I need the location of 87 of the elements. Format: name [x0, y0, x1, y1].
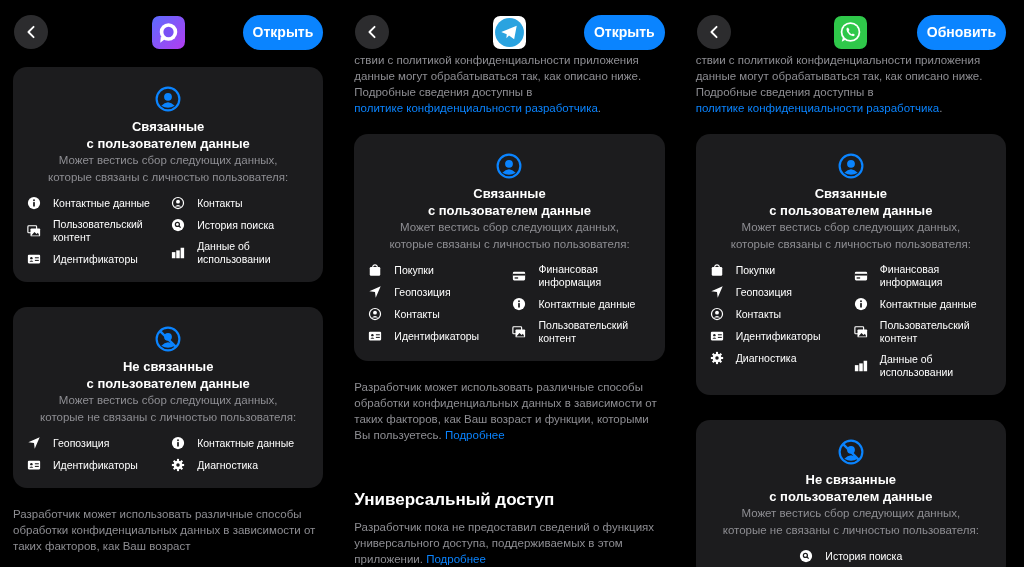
card-title: Не связанные с пользователем данные [769, 471, 933, 505]
credit-card-icon [512, 269, 527, 283]
paragraph: Разработчик пока не предоставил сведений о функциях универсального доступа, поддерживаемых в этом приложении. Подробнее [354, 520, 656, 567]
data-category-label: Пользовательский контент [538, 319, 630, 345]
data-category-label: Геопозиция [735, 285, 792, 299]
bag-icon [368, 263, 383, 277]
id-card-icon [709, 329, 724, 343]
data-category-label: Пользовательский контент [879, 319, 971, 345]
person-circle-icon [496, 153, 523, 179]
app-icon [493, 15, 526, 49]
bar-chart-icon [853, 359, 868, 373]
bag-icon [709, 263, 724, 277]
paragraph: Разработчик может использовать различные способы обработки конфиденциальных данных в зависимости от таких факторов, как Ваш возраст и функции, которыми Вы пользуетесь. Подробнее [354, 380, 658, 443]
photos-icon [853, 325, 868, 339]
card-title: Связанные с пользователем данные [86, 118, 250, 152]
search-icon [799, 549, 814, 563]
data-category-label: История поиска [197, 218, 275, 232]
photos-icon [27, 224, 41, 238]
person-circle-icon [837, 153, 864, 179]
data-category-label: Контакты [197, 196, 243, 210]
card-subtitle: Может вестись сбор следующих данных, которые связаны с личностью пользователя: [730, 220, 971, 252]
link[interactable]: политике конфиденциальности разработчика [354, 102, 598, 114]
data-category-label: Контактные данные [53, 196, 150, 210]
location-arrow-icon [27, 436, 41, 450]
data-category-label: Контактные данные [879, 297, 977, 311]
app-icon [834, 15, 868, 49]
card-subtitle: Может вестись сбор следующих данных, которые связаны с личностью пользователя: [48, 153, 289, 185]
paragraph: Разработчик может использовать различные способы обработки конфиденциальных данных в зависимости от таких факторов, как Ваш возраст [13, 507, 317, 554]
data-category-label: Контактные данные [197, 436, 294, 450]
back-button[interactable] [14, 15, 48, 49]
person-circle-icon [171, 196, 186, 210]
id-card-icon [27, 252, 41, 266]
data-category-label: Финансовая информация [538, 263, 603, 289]
action-button[interactable]: Открыть [242, 14, 324, 50]
data-category-label: Идентификаторы [735, 329, 821, 343]
data-category-label: Покупки [735, 263, 776, 277]
data-category-label: Идентификаторы [53, 252, 138, 266]
link[interactable]: Подробнее [445, 429, 505, 441]
data-category-label: Геопозиция [53, 436, 110, 450]
info-icon [512, 297, 527, 311]
data-category-label: Покупки [394, 263, 434, 277]
card-subtitle: Может вестись сбор следующих данных, которые связаны с личностью пользователя: [389, 220, 630, 252]
link[interactable]: Подробнее [426, 553, 486, 565]
id-card-icon [27, 458, 41, 472]
person-circle-icon [709, 307, 724, 321]
data-category-label: История поиска [825, 549, 903, 563]
data-category-label: Данные об использовании [197, 240, 272, 266]
data-category-label: Контакты [735, 307, 781, 321]
settings-icon [171, 458, 186, 472]
person-crossed-out-icon [837, 439, 864, 465]
data-category-label: Данные об использовании [879, 353, 955, 379]
person-crossed-out-icon [155, 326, 182, 352]
data-category-label: Финансовая информация [879, 263, 944, 289]
action-button[interactable]: Обновить [916, 14, 1006, 50]
app-icon [151, 15, 185, 49]
card-subtitle: Может вестись сбор следующих данных, которые не связаны с личностью пользователя: [40, 393, 297, 425]
id-card-icon [368, 329, 383, 343]
paragraph: ствии с политикой конфиденциальности приложения данные могут обрабатываться так, как описано ниже. Подробные сведения доступны в политике конфиденциальности разработчика. [354, 53, 643, 116]
data-category-label: Диагностика [735, 351, 797, 365]
settings-icon [709, 351, 724, 365]
data-category-label: Геопозиция [394, 285, 451, 299]
data-category-label: Контакты [394, 307, 440, 321]
card-title: Не связанные с пользователем данные [86, 358, 250, 392]
credit-card-icon [853, 269, 868, 283]
data-category-label: Диагностика [197, 458, 259, 472]
section-heading: Универсальный доступ [354, 489, 556, 511]
card-subtitle: Может вестись сбор следующих данных, которые не связаны с личностью пользователя: [722, 506, 979, 538]
person-circle-icon [368, 307, 383, 321]
data-category-label: Контактные данные [538, 297, 636, 311]
back-button[interactable] [355, 15, 390, 49]
paragraph: ствии с политикой конфиденциальности приложения данные могут обрабатываться так, как описано ниже. Подробные сведения доступны в политике конфиденциальности разработчика. [695, 53, 984, 116]
search-icon [171, 218, 186, 232]
info-icon [853, 297, 868, 311]
card-title: Связанные с пользователем данные [427, 185, 592, 219]
info-icon [27, 196, 41, 210]
person-circle-icon [155, 86, 182, 112]
info-icon [171, 436, 186, 450]
location-arrow-icon [368, 285, 383, 299]
action-button[interactable]: Открыть [583, 14, 665, 50]
chevron-left-icon [25, 24, 37, 40]
photos-icon [512, 325, 527, 339]
back-button[interactable] [696, 15, 731, 49]
data-category-label: Идентификаторы [53, 458, 138, 472]
bar-chart-icon [171, 246, 186, 260]
card-title: Связанные с пользователем данные [769, 185, 933, 219]
data-category-label: Пользовательский контент [53, 218, 144, 244]
data-category-label: Идентификаторы [394, 329, 480, 343]
